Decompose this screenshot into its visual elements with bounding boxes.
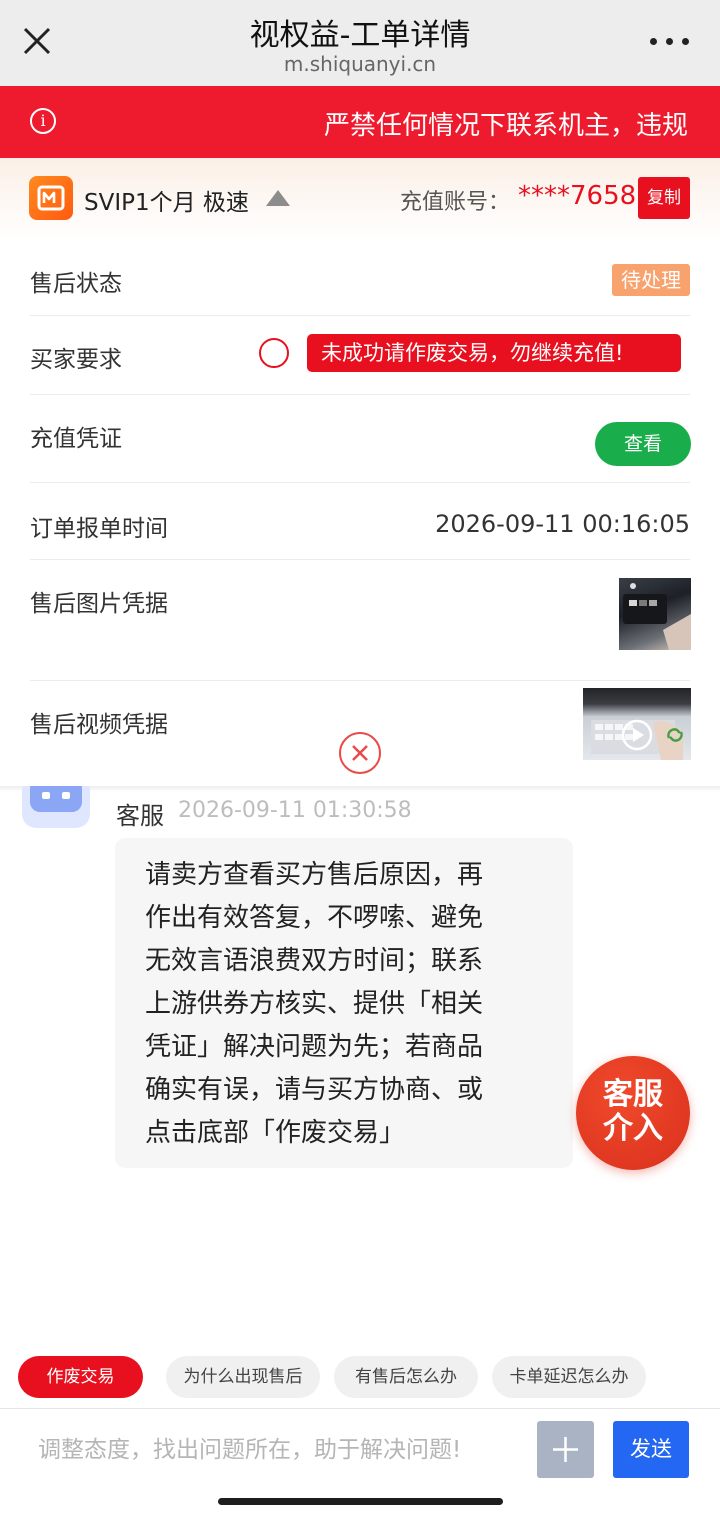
image-proof-thumbnail[interactable] — [619, 578, 691, 650]
send-button[interactable]: 发送 — [613, 1421, 689, 1478]
product-name: SVIP1个月 极速 — [84, 190, 249, 216]
void-transaction-chip[interactable]: 作废交易 — [18, 1356, 143, 1398]
message-line: 作出有效答复，不啰嗦、避免 — [145, 903, 484, 933]
plus-button[interactable] — [537, 1421, 594, 1478]
message-line: 点击底部「作废交易」 — [145, 1118, 406, 1148]
voucher-label: 充值凭证 — [30, 426, 122, 452]
sender-name: 客服 — [116, 802, 164, 830]
divider — [30, 482, 690, 483]
account-value: ****7658 — [518, 181, 637, 211]
page-title: 视权益-工单详情 — [249, 18, 471, 53]
message-input[interactable] — [38, 1432, 518, 1468]
account-label: 充值账号： — [400, 190, 511, 215]
view-voucher-button[interactable]: 查看 — [595, 422, 691, 466]
app-logo-icon — [29, 176, 73, 220]
divider — [30, 394, 690, 395]
message-line: 无效言语浪费双方时间；联系 — [145, 946, 484, 976]
info-icon: i — [30, 108, 56, 134]
robot-avatar-icon — [20, 786, 92, 832]
section-separator — [0, 786, 720, 792]
message-line: 请卖方查看买方售后原因，再 — [145, 860, 484, 890]
divider — [30, 680, 690, 681]
after-sale-howto-chip[interactable]: 有售后怎么办 — [334, 1356, 478, 1398]
image-proof-label: 售后图片凭据 — [30, 591, 168, 617]
banner-text: 严禁任何情况下联系机主，违规 — [323, 111, 688, 141]
message-line: 确实有误，请与买方协商、或 — [145, 1075, 484, 1105]
plus-icon — [553, 1437, 578, 1462]
video-proof-thumbnail[interactable] — [583, 688, 691, 760]
why-after-sale-chip[interactable]: 为什么出现售后 — [166, 1356, 320, 1398]
request-radio[interactable] — [259, 338, 289, 368]
home-indicator[interactable] — [218, 1498, 503, 1505]
buyer-request-tag: 未成功请作废交易，勿继续充值! — [307, 334, 681, 372]
delay-howto-chip[interactable]: 卡单延迟怎么办 — [492, 1356, 646, 1398]
collapse-triangle-icon[interactable] — [266, 190, 290, 206]
message-line: 凭证」解决问题为先；若商品 — [145, 1032, 484, 1062]
divider — [30, 559, 690, 560]
order-time-value: 2026-09-11 00:16:05 — [435, 510, 690, 538]
divider — [30, 315, 690, 316]
page-domain: m.shiquanyi.cn — [283, 52, 437, 76]
close-circle-icon[interactable] — [339, 732, 381, 774]
message-line: 上游供券方核实、提供「相关 — [145, 989, 484, 1019]
video-proof-label: 售后视频凭据 — [30, 712, 168, 738]
warning-banner: i 严禁任何情况下联系机主，违规 — [0, 86, 720, 158]
buyer-request-label: 买家要求 — [30, 347, 122, 373]
status-badge: 待处理 — [612, 264, 690, 296]
order-time-label: 订单报单时间 — [30, 516, 168, 542]
copy-button[interactable]: 复制 — [638, 177, 690, 219]
message-time: 2026-09-11 01:30:58 — [178, 798, 412, 823]
message-bubble: 请卖方查看买方售后原因，再 作出有效答复，不啰嗦、避免 无效言语浪费双方时间；联… — [115, 838, 573, 1168]
more-menu-icon[interactable] — [650, 38, 690, 48]
customer-service-intervene-button[interactable]: 客服 介入 — [576, 1056, 690, 1170]
fab-line-2: 介入 — [603, 1111, 663, 1146]
status-label: 售后状态 — [30, 271, 122, 297]
fab-line-1: 客服 — [603, 1077, 663, 1112]
